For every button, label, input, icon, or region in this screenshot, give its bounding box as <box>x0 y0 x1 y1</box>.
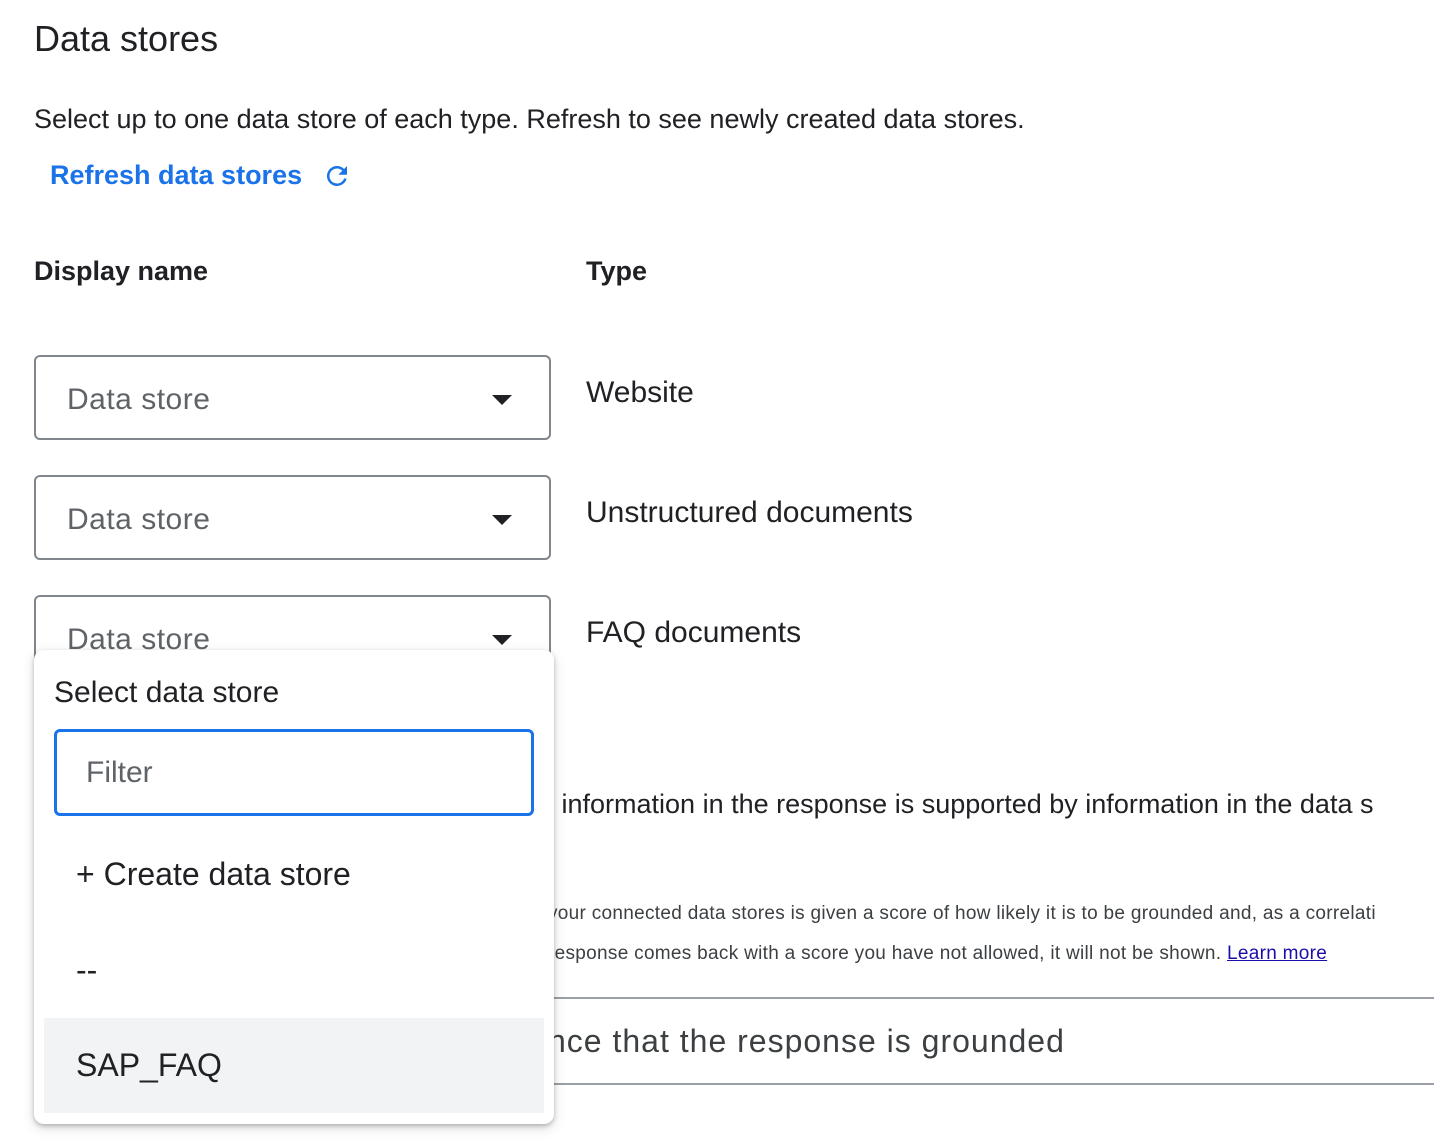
grounding-help-line-2: response comes back with a score you hav… <box>548 943 1327 965</box>
grounding-help-text: response comes back with a score you hav… <box>548 943 1222 964</box>
select-placeholder: Data store <box>67 383 211 416</box>
grounding-description: l information in the response is support… <box>548 789 1374 819</box>
grounding-threshold-field[interactable]: nce that the response is grounded <box>548 1023 1065 1060</box>
unstructured-data-store-select[interactable]: Data store <box>34 475 551 560</box>
refresh-icon <box>322 161 352 191</box>
type-unstructured-documents: Unstructured documents <box>586 496 913 529</box>
field-top-border <box>554 997 1434 999</box>
filter-input[interactable] <box>54 729 534 816</box>
option-create-data-store[interactable]: + Create data store <box>44 827 544 922</box>
type-faq-documents: FAQ documents <box>586 616 802 649</box>
section-title: Data stores <box>34 18 219 59</box>
option-none[interactable]: -- <box>44 923 544 1018</box>
type-website: Website <box>586 376 694 409</box>
arrow-drop-down-icon <box>492 515 512 525</box>
select-placeholder: Data store <box>67 503 211 536</box>
select-data-store-dropdown: Select data store + Create data store --… <box>34 650 554 1124</box>
column-header-type: Type <box>586 256 648 286</box>
learn-more-link[interactable]: Learn more <box>1227 943 1327 964</box>
grounding-help-line-1: your connected data stores is given a sc… <box>548 903 1376 924</box>
website-data-store-select[interactable]: Data store <box>34 355 551 440</box>
data-stores-panel: Data stores Select up to one data store … <box>0 0 1434 1140</box>
option-sap-faq[interactable]: SAP_FAQ <box>44 1018 544 1113</box>
arrow-drop-down-icon <box>492 635 512 645</box>
arrow-drop-down-icon <box>492 395 512 405</box>
column-header-display-name: Display name <box>34 256 209 286</box>
section-description: Select up to one data store of each type… <box>34 104 1025 134</box>
refresh-label: Refresh data stores <box>50 160 303 190</box>
field-bottom-border <box>554 1083 1434 1085</box>
dropdown-title: Select data store <box>54 676 280 709</box>
refresh-data-stores-button[interactable]: Refresh data stores <box>50 160 352 191</box>
